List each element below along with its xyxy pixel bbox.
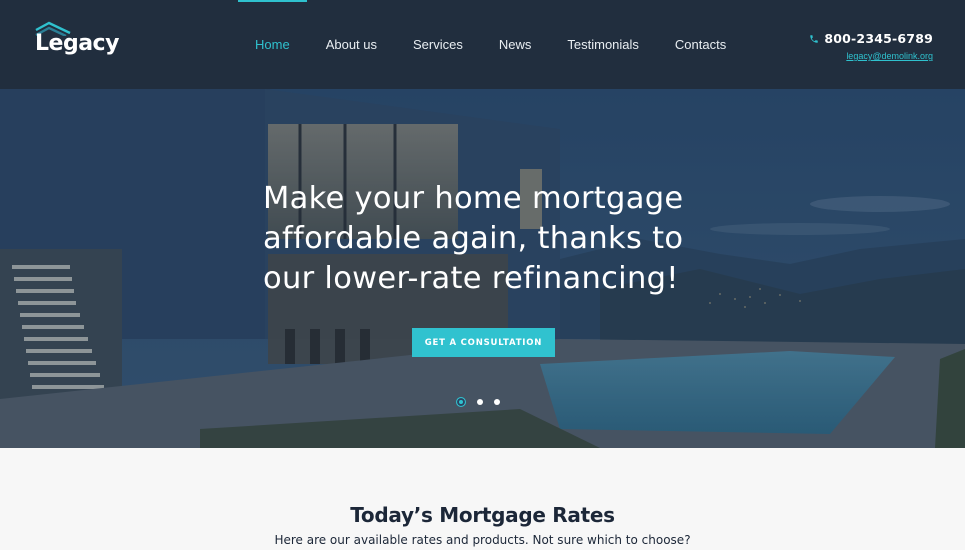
mortgage-rates-section: Today’s Mortgage Rates Here are our avai… <box>0 448 965 550</box>
slider-dot-2[interactable] <box>477 399 483 405</box>
slider-dot-3[interactable] <box>494 399 500 405</box>
slider-dot-1[interactable] <box>456 397 466 407</box>
main-nav: Home About us Services News Testimonials… <box>237 0 744 89</box>
logo-text: Legacy <box>35 31 119 56</box>
slider-pagination <box>456 397 500 407</box>
hero-slider: Make your home mortgage affordable again… <box>0 89 965 448</box>
nav-item-home[interactable]: Home <box>237 0 308 89</box>
phone-icon <box>810 34 819 43</box>
nav-label: Testimonials <box>567 37 639 52</box>
phone-number: 800-2345-6789 <box>824 31 933 46</box>
nav-label: Contacts <box>674 37 727 52</box>
hero-title: Make your home mortgage affordable again… <box>263 181 684 296</box>
nav-label: Home <box>255 37 290 52</box>
nav-label: Services <box>413 37 463 52</box>
nav-label: News <box>498 37 532 52</box>
get-consultation-button[interactable]: GET A CONSULTATION <box>412 328 555 357</box>
email-link[interactable]: legacy@demolink.org <box>846 51 933 61</box>
nav-item-news[interactable]: News <box>481 0 550 89</box>
nav-item-testimonials[interactable]: Testimonials <box>549 0 657 89</box>
site-header: Legacy Home About us Services News Testi… <box>0 0 965 89</box>
nav-item-contacts[interactable]: Contacts <box>657 0 744 89</box>
nav-item-services[interactable]: Services <box>395 0 481 89</box>
header-contact: 800-2345-6789 legacy@demolink.org <box>809 31 933 64</box>
section-subtitle: Here are our available rates and product… <box>274 533 691 547</box>
section-title: Today’s Mortgage Rates <box>350 503 615 527</box>
phone-link[interactable]: 800-2345-6789 <box>809 31 933 46</box>
logo[interactable]: Legacy <box>34 20 134 65</box>
nav-label: About us <box>325 37 378 52</box>
nav-item-about-us[interactable]: About us <box>308 0 395 89</box>
